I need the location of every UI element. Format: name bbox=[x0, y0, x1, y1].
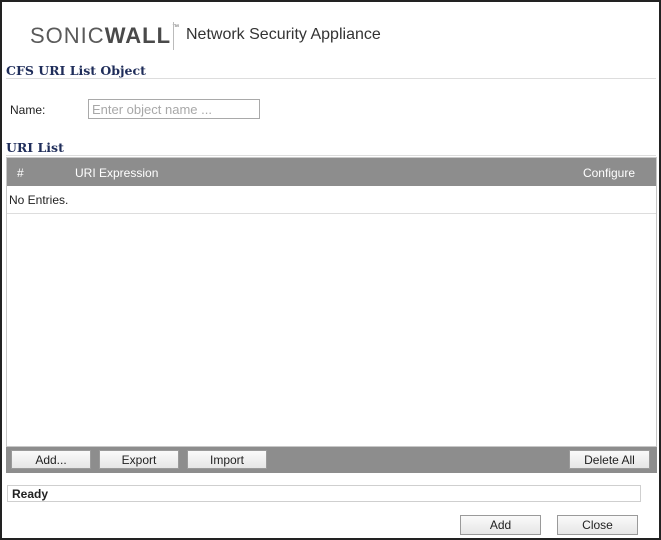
app-name: Network Security Appliance bbox=[186, 26, 381, 43]
logo-sonic: SONIC bbox=[30, 23, 105, 48]
dialog-window: SONICWALL ™ Network Security Appliance CF… bbox=[0, 0, 661, 540]
list-toolbar: Add... Export Import Delete All bbox=[6, 447, 657, 473]
add-entry-button[interactable]: Add... bbox=[11, 450, 91, 469]
delete-all-button[interactable]: Delete All bbox=[569, 450, 650, 469]
column-header-configure[interactable]: Configure bbox=[583, 166, 635, 180]
header-divider bbox=[173, 22, 174, 50]
export-button[interactable]: Export bbox=[99, 450, 179, 469]
table-row: No Entries. bbox=[7, 186, 656, 214]
empty-message: No Entries. bbox=[9, 193, 69, 207]
logo-wall: WALL bbox=[104, 23, 172, 48]
add-button[interactable]: Add bbox=[460, 515, 541, 535]
header: SONICWALL ™ Network Security Appliance bbox=[2, 2, 659, 70]
table-header: # URI Expression Configure bbox=[7, 158, 656, 186]
object-name-input[interactable] bbox=[88, 99, 260, 119]
name-label: Name: bbox=[10, 103, 46, 117]
section-divider bbox=[6, 155, 656, 156]
section-title-object: CFS URI List Object bbox=[6, 63, 146, 78]
column-header-number[interactable]: # bbox=[17, 166, 24, 180]
status-bar: Ready bbox=[7, 485, 641, 502]
status-text: Ready bbox=[12, 487, 49, 501]
section-title-uri-list: URI List bbox=[6, 140, 64, 155]
column-header-uri-expression[interactable]: URI Expression bbox=[75, 166, 158, 180]
import-button[interactable]: Import bbox=[187, 450, 267, 469]
close-button[interactable]: Close bbox=[557, 515, 638, 535]
section-divider bbox=[6, 78, 656, 79]
logo-text: SONICWALL bbox=[30, 23, 171, 49]
uri-list-table: # URI Expression Configure No Entries. bbox=[6, 157, 657, 447]
sonicwall-logo: SONICWALL ™ bbox=[30, 22, 179, 50]
